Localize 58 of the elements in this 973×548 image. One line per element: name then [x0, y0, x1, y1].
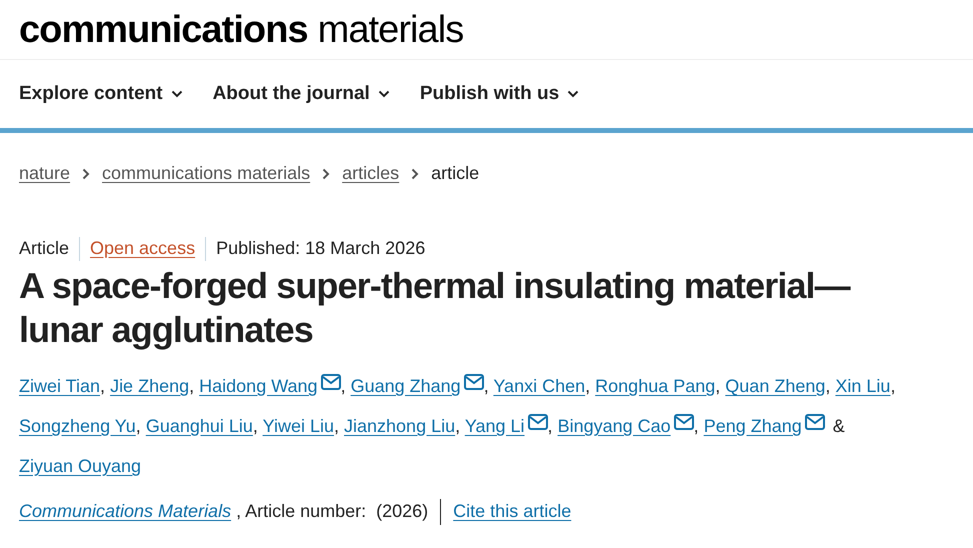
article-type: Article: [19, 237, 70, 260]
author-link[interactable]: Ziyuan Ouyang: [19, 456, 142, 476]
mail-icon[interactable]: [804, 414, 825, 430]
separator: ,: [100, 376, 106, 396]
author-link[interactable]: Yang Li: [464, 416, 525, 436]
journal-link[interactable]: Communications Materials: [19, 498, 232, 525]
author-link[interactable]: Jie Zheng: [110, 376, 190, 396]
separator: ,: [340, 376, 346, 396]
separator: ,: [136, 416, 141, 436]
author-link[interactable]: Yanxi Chen: [493, 376, 586, 396]
author-link[interactable]: Haidong Wang: [199, 376, 318, 396]
chevron-down-icon: [170, 90, 183, 98]
separator: ,: [252, 416, 258, 436]
nav-menu-button[interactable]: Explore content: [19, 80, 183, 108]
author-link[interactable]: Guanghui Liu: [146, 416, 253, 436]
publish-date: Published: 18 March 2026: [216, 237, 426, 260]
author-link[interactable]: Bingyang Cao: [558, 416, 671, 436]
breadcrumb-link[interactable]: communications materials: [102, 160, 310, 187]
open-access-link[interactable]: Open access: [90, 235, 196, 262]
separator: ,: [484, 376, 489, 396]
chevron-down-icon: [378, 90, 390, 98]
author-link[interactable]: Ronghua Pang: [595, 376, 716, 396]
logo-light-text: materials: [318, 10, 464, 48]
author-link[interactable]: Peng Zhang: [704, 416, 802, 436]
separator: &: [832, 416, 845, 436]
separator: ,: [189, 376, 194, 396]
breadcrumb-link[interactable]: articles: [342, 160, 400, 187]
chevron-right-icon: [411, 168, 420, 180]
author-link[interactable]: Jianzhong Liu: [344, 416, 456, 436]
separator: ,: [694, 416, 699, 436]
author-link[interactable]: Yiwei Liu: [262, 416, 334, 436]
author-link[interactable]: Ziwei Tian: [19, 376, 100, 396]
author-link[interactable]: Songzheng Yu: [19, 416, 136, 436]
author-link[interactable]: Guang Zhang: [350, 376, 461, 396]
mail-icon[interactable]: [674, 414, 694, 430]
mail-icon[interactable]: [320, 374, 341, 390]
mail-icon[interactable]: [464, 374, 484, 390]
cite-link[interactable]: Cite this article: [453, 498, 572, 525]
mail-icon[interactable]: [528, 414, 548, 430]
separator: ,: [334, 416, 339, 436]
logo-bold-text: communications: [19, 10, 308, 48]
author-link[interactable]: Quan Zheng: [725, 376, 826, 396]
separator: ,: [548, 416, 553, 436]
chevron-right-icon: [82, 168, 90, 180]
article-number: , Article number: (2026): [236, 500, 428, 523]
nav-menu-button[interactable]: About the journal: [212, 80, 390, 108]
breadcrumb-current: article: [431, 162, 480, 185]
separator: ,: [825, 376, 830, 396]
chevron-down-icon: [567, 90, 580, 98]
separator: ,: [585, 376, 590, 396]
nav-menu-button[interactable]: Publish with us: [420, 80, 580, 108]
breadcrumb-link[interactable]: nature: [19, 160, 70, 187]
separator: ,: [890, 376, 896, 396]
article-title: A space-forged super-thermal insulating material—lunar agglutinates: [19, 264, 852, 352]
author-link[interactable]: Xin Liu: [835, 376, 890, 396]
chevron-right-icon: [322, 168, 330, 180]
separator: ,: [455, 416, 460, 436]
separator: ,: [715, 376, 720, 396]
